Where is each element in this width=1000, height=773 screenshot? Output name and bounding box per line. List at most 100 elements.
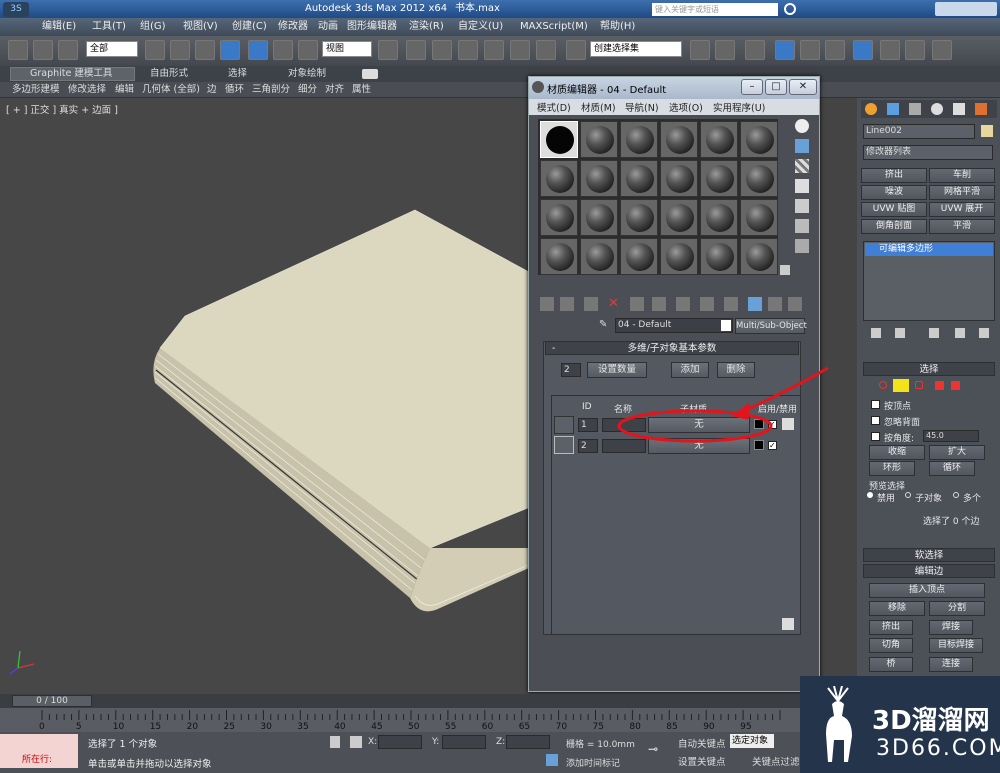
assign-to-selection-icon[interactable] bbox=[584, 297, 598, 311]
mod-noise-button[interactable]: 噪波 bbox=[861, 185, 927, 200]
rollout-header[interactable]: - 多维/子对象基本参数 bbox=[545, 341, 799, 355]
chamfer-button[interactable]: 切角 bbox=[869, 638, 913, 653]
time-slider[interactable]: 0 / 100 bbox=[0, 694, 800, 708]
remove-button[interactable]: 移除 bbox=[869, 601, 925, 616]
shrink-button[interactable]: 收缩 bbox=[869, 445, 925, 460]
angle-snap-icon[interactable] bbox=[484, 40, 504, 60]
render-setup-icon[interactable] bbox=[880, 40, 900, 60]
weld-button[interactable]: 焊接 bbox=[929, 620, 973, 635]
lock-selection-icon[interactable] bbox=[330, 736, 340, 748]
material-editor-icon[interactable] bbox=[853, 40, 873, 60]
sample-slot[interactable] bbox=[580, 121, 618, 158]
panel-modify-selection[interactable]: 修改选择 bbox=[68, 82, 106, 98]
scale-icon[interactable] bbox=[298, 40, 318, 60]
row-1-swatch-left[interactable] bbox=[554, 416, 574, 434]
tab-selection[interactable]: 选择 bbox=[228, 66, 247, 82]
x-coord-field[interactable] bbox=[378, 735, 422, 749]
target-weld-button[interactable]: 目标焊接 bbox=[929, 638, 983, 653]
sample-type-icon[interactable] bbox=[795, 119, 809, 133]
bridge-button[interactable]: 桥 bbox=[869, 657, 913, 672]
copy-material-icon[interactable] bbox=[630, 297, 644, 311]
snap-toggle-icon[interactable] bbox=[458, 40, 478, 60]
sample-slot[interactable] bbox=[660, 238, 698, 275]
sample-slot[interactable] bbox=[540, 121, 578, 158]
sample-slot[interactable] bbox=[540, 238, 578, 275]
material-name-dropdown-icon[interactable] bbox=[721, 320, 731, 331]
sample-slot[interactable] bbox=[700, 121, 738, 158]
window-controls[interactable] bbox=[935, 2, 997, 16]
move-icon[interactable] bbox=[248, 40, 268, 60]
count-field[interactable]: 2 bbox=[561, 363, 581, 377]
z-coord-field[interactable] bbox=[506, 735, 550, 749]
row-2-id[interactable]: 2 bbox=[578, 439, 598, 453]
panel-loops[interactable]: 循环 bbox=[225, 82, 244, 98]
uv-tiling-icon[interactable] bbox=[795, 179, 809, 193]
layer-manager-icon[interactable] bbox=[745, 40, 765, 60]
menu-navigation[interactable]: 导航(N) bbox=[625, 100, 659, 114]
menu-modes[interactable]: 模式(D) bbox=[537, 100, 571, 114]
ignore-backfacing-checkbox[interactable] bbox=[871, 416, 880, 425]
menu-options[interactable]: 选项(O) bbox=[669, 100, 703, 114]
pin-stack-icon[interactable] bbox=[871, 328, 881, 338]
menu-animation[interactable]: 动画 bbox=[318, 18, 338, 36]
menu-utilities[interactable]: 实用程序(U) bbox=[713, 100, 765, 114]
connect-button[interactable]: 连接 bbox=[929, 657, 973, 672]
menu-rendering[interactable]: 渲染(R) bbox=[409, 18, 444, 36]
close-icon[interactable]: ✕ bbox=[789, 79, 817, 95]
sample-slot[interactable] bbox=[620, 121, 658, 158]
search-field[interactable]: 键入关键字或短语 bbox=[652, 3, 778, 16]
sample-slot[interactable] bbox=[620, 199, 658, 236]
render-teapot-icon[interactable] bbox=[932, 40, 952, 60]
vertex-mode-icon[interactable] bbox=[879, 381, 887, 389]
minimize-icon[interactable]: – bbox=[741, 79, 763, 95]
sample-slot[interactable] bbox=[540, 199, 578, 236]
menu-tools[interactable]: 工具(T) bbox=[92, 18, 126, 36]
modify-tab-icon[interactable] bbox=[887, 103, 899, 115]
reference-coord-dropdown[interactable]: 视图 bbox=[322, 41, 372, 57]
object-name-field[interactable]: Line002 bbox=[863, 124, 975, 139]
menu-group[interactable]: 组(G) bbox=[140, 18, 166, 36]
viewport-front[interactable] bbox=[0, 98, 530, 694]
app-logo-icon[interactable]: 3S bbox=[3, 2, 29, 17]
go-to-parent-icon[interactable] bbox=[768, 297, 782, 311]
maxscript-listener[interactable]: 所在行: bbox=[0, 734, 78, 768]
motion-tab-icon[interactable] bbox=[931, 103, 943, 115]
material-id-icon[interactable] bbox=[700, 297, 714, 311]
window-crossing-icon[interactable] bbox=[220, 40, 240, 60]
set-key-button[interactable]: 设置关键点 bbox=[678, 754, 726, 768]
eyedropper-icon[interactable]: ✎ bbox=[599, 319, 609, 331]
sample-slot[interactable] bbox=[740, 199, 778, 236]
link-icon[interactable] bbox=[8, 40, 28, 60]
transform-mode-icon[interactable] bbox=[350, 736, 362, 748]
put-to-scene-icon[interactable] bbox=[560, 297, 574, 311]
mod-smooth-button[interactable]: 平滑 bbox=[929, 219, 995, 234]
options-icon[interactable] bbox=[795, 239, 809, 253]
make-unique-icon[interactable] bbox=[929, 328, 939, 338]
preview-subobject-radio[interactable] bbox=[905, 492, 911, 498]
time-tag-icon[interactable] bbox=[546, 754, 558, 766]
angle-field[interactable]: 45.0 bbox=[923, 430, 979, 442]
make-unique-icon[interactable] bbox=[652, 297, 666, 311]
pivot-center-icon[interactable] bbox=[378, 40, 398, 60]
video-color-check-icon[interactable] bbox=[795, 199, 809, 213]
ring-button[interactable]: 环形 bbox=[869, 461, 915, 476]
element-mode-icon[interactable] bbox=[951, 381, 960, 390]
go-forward-sibling-icon[interactable] bbox=[788, 297, 802, 311]
menu-maxscript[interactable]: MAXScript(M) bbox=[520, 18, 588, 36]
preview-multi-radio[interactable] bbox=[953, 492, 959, 498]
sample-slot[interactable] bbox=[700, 238, 738, 275]
sample-slot[interactable] bbox=[740, 121, 778, 158]
sample-slot[interactable] bbox=[660, 160, 698, 197]
rendered-frame-icon[interactable] bbox=[905, 40, 925, 60]
key-icon[interactable]: ⊸ bbox=[648, 742, 670, 756]
mod-unwrap-uvw-button[interactable]: UVW 展开 bbox=[929, 202, 995, 217]
tab-freeform[interactable]: 自由形式 bbox=[150, 66, 188, 82]
sample-slot[interactable] bbox=[620, 238, 658, 275]
add-time-tag[interactable]: 添加时间标记 bbox=[566, 756, 620, 769]
border-mode-icon[interactable] bbox=[915, 381, 923, 389]
panel-properties[interactable]: 属性 bbox=[352, 82, 371, 98]
mod-uvw-map-button[interactable]: UVW 贴图 bbox=[861, 202, 927, 217]
soft-selection-header[interactable]: 软选择 bbox=[863, 548, 995, 562]
backlight-icon[interactable] bbox=[795, 139, 809, 153]
mod-extrude-button[interactable]: 挤出 bbox=[861, 168, 927, 183]
